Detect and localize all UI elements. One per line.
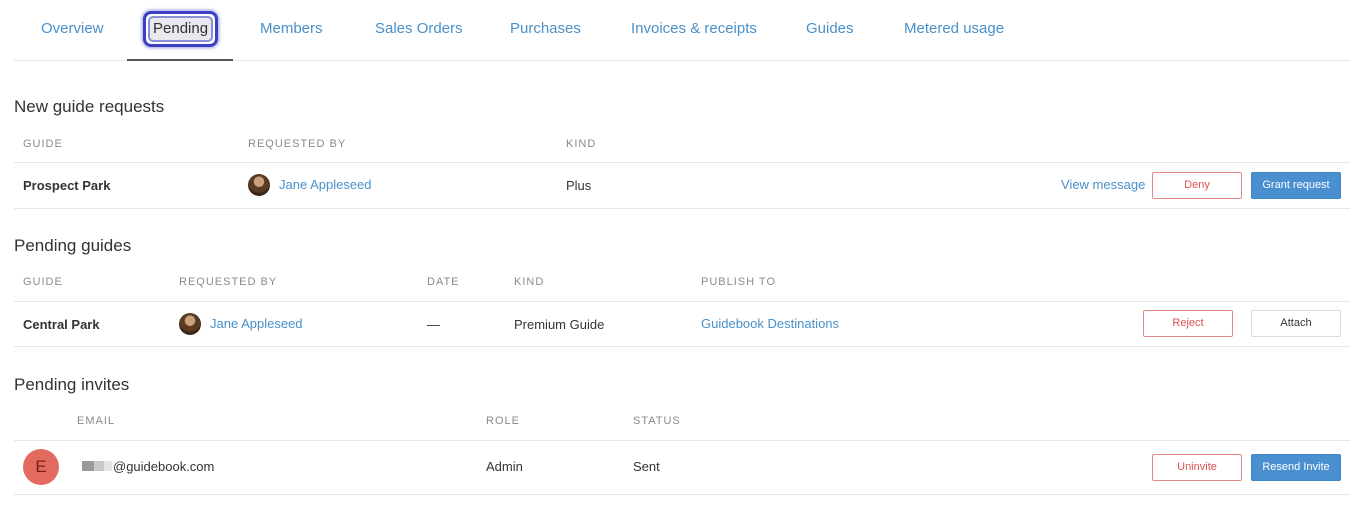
redacted-email-block [94,461,104,471]
tab-pending[interactable]: Pending [153,0,208,60]
redacted-email-block [82,461,94,471]
row-divider [14,346,1350,347]
column-header-publish-to: PUBLISH TO [701,276,777,288]
tab-bar: Overview Pending Members Sales Orders Pu… [14,0,1350,61]
grant-request-button[interactable]: Grant request [1251,172,1341,199]
requester-link[interactable]: Jane Appleseed [210,316,303,331]
guide-date: — [427,317,440,332]
redacted-email-block [104,461,112,471]
column-header-requested-by: REQUESTED BY [248,138,347,150]
column-header-role: ROLE [486,415,520,427]
column-header-email: EMAIL [77,415,116,427]
invite-email: @guidebook.com [113,459,215,474]
section-title-pending-invites: Pending invites [14,375,130,394]
tab-invoices-receipts[interactable]: Invoices & receipts [631,0,757,60]
guide-kind: Premium Guide [514,317,605,332]
row-divider [14,301,1350,302]
guide-name: Prospect Park [23,178,111,193]
tab-guides[interactable]: Guides [806,0,854,60]
view-message-link[interactable]: View message [1061,177,1145,192]
column-header-guide: GUIDE [23,276,63,288]
column-header-status: STATUS [633,415,681,427]
guide-name: Central Park [23,317,100,332]
column-header-date: DATE [427,276,460,288]
guide-kind: Plus [566,178,592,193]
column-header-requested-by: REQUESTED BY [179,276,278,288]
active-tab-indicator [127,59,233,61]
attach-button[interactable]: Attach [1251,310,1341,337]
row-divider [14,494,1350,495]
avatar: E [23,449,59,485]
column-header-guide: GUIDE [23,138,63,150]
row-divider [14,162,1350,163]
tab-members[interactable]: Members [260,0,323,60]
resend-invite-button[interactable]: Resend Invite [1251,454,1341,481]
publish-to-link[interactable]: Guidebook Destinations [701,316,839,331]
tab-metered-usage[interactable]: Metered usage [904,0,1004,60]
deny-button[interactable]: Deny [1152,172,1242,199]
section-title-pending-guides: Pending guides [14,236,132,255]
avatar [248,174,270,196]
tab-purchases[interactable]: Purchases [510,0,581,60]
row-divider [14,208,1350,209]
section-title-new-guide-requests: New guide requests [14,97,165,116]
tab-sales-orders[interactable]: Sales Orders [375,0,463,60]
requester-link[interactable]: Jane Appleseed [279,177,372,192]
row-divider [14,440,1350,441]
column-header-kind: KIND [514,276,545,288]
tab-overview[interactable]: Overview [41,0,104,60]
uninvite-button[interactable]: Uninvite [1152,454,1242,481]
tab-pending-label: Pending [153,20,209,37]
reject-button[interactable]: Reject [1143,310,1233,337]
invite-role: Admin [486,459,523,474]
invite-status: Sent [633,459,660,474]
column-header-kind: KIND [566,138,597,150]
avatar [179,313,201,335]
